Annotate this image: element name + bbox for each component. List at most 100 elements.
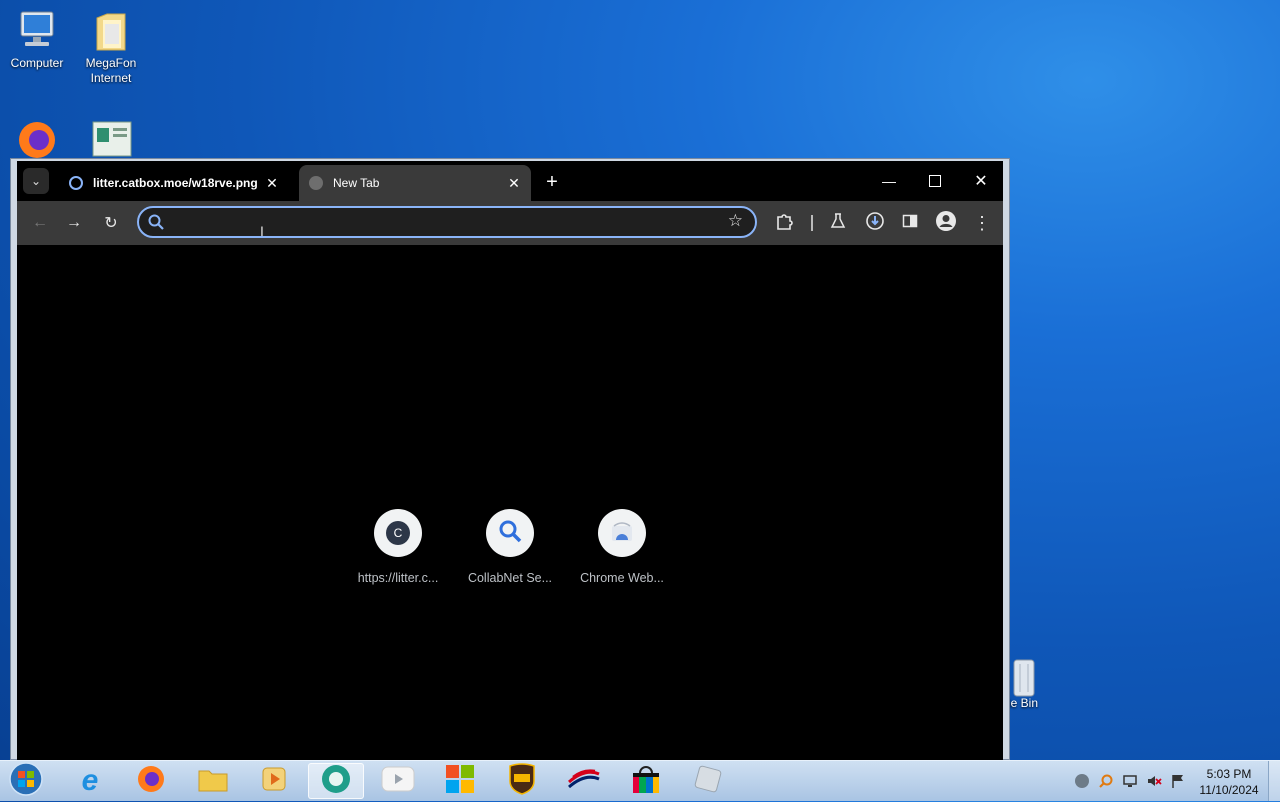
display-icon[interactable] <box>1122 773 1138 789</box>
firefox-icon <box>15 116 59 160</box>
close-window-button[interactable]: ✕ <box>959 167 1003 195</box>
bank-flag-icon <box>567 768 601 795</box>
globe-icon <box>69 176 83 190</box>
menu-button[interactable]: ⋮ <box>969 210 995 236</box>
tab-title: New Tab <box>333 176 380 190</box>
shortcut-favicon: C <box>374 509 422 557</box>
maximize-button[interactable] <box>913 167 957 195</box>
internet-explorer-icon: e <box>81 764 99 797</box>
firefox-icon <box>136 764 166 799</box>
more-vert-icon: ⋮ <box>973 212 991 233</box>
new-tab-page: I C https://litter.c... CollabNet Se... … <box>17 223 1003 761</box>
ups-logo-icon <box>508 762 536 800</box>
toolbar-divider <box>811 215 813 231</box>
show-desktop-button[interactable] <box>1268 761 1280 801</box>
taskbar-youtube[interactable] <box>370 763 426 799</box>
play-icon <box>381 766 415 797</box>
new-tab-button[interactable]: + <box>541 171 563 193</box>
shortcut-favicon <box>598 509 646 557</box>
desktop-icon-megafon[interactable]: MegaFon Internet <box>71 8 151 86</box>
microsoft-logo-icon <box>445 764 475 799</box>
computer-icon <box>15 8 59 52</box>
browser-app-icon <box>320 763 352 800</box>
maximize-icon <box>929 175 941 187</box>
desktop-icon-computer[interactable]: Computer <box>0 8 77 71</box>
side-panel-icon <box>902 213 918 234</box>
labs-button[interactable] <box>825 210 851 236</box>
taskbar-bank[interactable] <box>556 763 612 799</box>
windows-logo-icon <box>8 761 44 802</box>
action-center-flag-icon[interactable] <box>1170 773 1186 789</box>
taskbar-shopping-bag[interactable] <box>618 763 674 799</box>
tab-search-button[interactable]: ⌄ <box>23 168 49 194</box>
reload-icon: ↻ <box>104 215 118 232</box>
chrome-web-store-icon <box>610 519 634 548</box>
browser-window: ⌄ litter.catbox.moe/w18rve.png ✕ New Tab… <box>10 158 1010 761</box>
shortcut-label: Chrome Web... <box>580 571 664 585</box>
arrow-left-icon: ← <box>32 214 48 231</box>
taskbar-app[interactable] <box>680 763 736 799</box>
text-cursor-icon: I <box>260 223 264 239</box>
extensions-button[interactable] <box>771 210 797 236</box>
program-icon <box>89 116 133 160</box>
folder-icon <box>89 8 133 52</box>
forward-button[interactable]: → <box>61 210 87 236</box>
side-panel-button[interactable] <box>897 210 923 236</box>
arrow-right-icon: → <box>66 214 82 231</box>
tab-new-tab[interactable]: New Tab ✕ <box>299 165 531 201</box>
flask-icon <box>830 212 846 234</box>
minimize-button[interactable]: — <box>867 167 911 195</box>
globe-icon <box>309 176 323 190</box>
omnibox-input[interactable] <box>175 212 719 234</box>
download-progress-icon <box>865 211 885 236</box>
close-tab-icon[interactable]: ✕ <box>503 172 525 194</box>
tab-strip: ⌄ litter.catbox.moe/w18rve.png ✕ New Tab… <box>17 161 1003 201</box>
taskbar-ups[interactable] <box>494 762 550 800</box>
taskbar-microsoft-store[interactable] <box>432 763 488 799</box>
clock-time: 5:03 PM <box>1206 767 1252 781</box>
search-icon <box>497 518 523 549</box>
tab-litter[interactable]: litter.catbox.moe/w18rve.png ✕ <box>59 165 289 201</box>
omnibox[interactable]: ☆ <box>137 206 757 238</box>
shortcut-tile[interactable]: Chrome Web... <box>566 509 678 585</box>
taskbar-file-explorer[interactable] <box>185 763 241 799</box>
desktop-icon-program[interactable] <box>71 116 151 164</box>
taskbar: e 5:03 PM 11/10/2024 <box>0 760 1280 801</box>
volume-muted-icon[interactable] <box>1146 773 1162 789</box>
puzzle-icon <box>775 212 793 235</box>
recycle-bin-icon <box>1004 654 1044 700</box>
tab-title: litter.catbox.moe/w18rve.png <box>93 176 258 190</box>
clock-date: 11/10/2024 <box>1199 783 1259 797</box>
shortcut-label: CollabNet Se... <box>467 571 553 585</box>
minimize-icon: — <box>882 173 896 189</box>
start-button[interactable] <box>0 761 52 802</box>
download-button[interactable] <box>862 210 888 236</box>
desktop-icon-label: MegaFon Internet <box>85 56 137 85</box>
back-button[interactable]: ← <box>27 210 53 236</box>
taskbar-firefox[interactable] <box>123 763 179 799</box>
reload-button[interactable]: ↻ <box>98 210 124 236</box>
system-clock[interactable]: 5:03 PM 11/10/2024 <box>1192 766 1266 798</box>
shopping-bag-icon <box>630 763 662 800</box>
search-tray-icon[interactable] <box>1098 773 1114 789</box>
close-tab-icon[interactable]: ✕ <box>261 172 283 194</box>
taskbar-media-player[interactable] <box>246 763 302 799</box>
desktop-icon-label: Computer <box>10 56 64 70</box>
shortcut-favicon <box>486 509 534 557</box>
search-icon <box>147 213 165 236</box>
folder-icon <box>197 765 229 798</box>
desktop-icon-firefox[interactable] <box>0 116 77 164</box>
avatar-icon <box>935 210 957 237</box>
close-icon: ✕ <box>974 173 988 190</box>
browser-toolbar: ← → ↻ ☆ ⋮ <box>17 201 1003 245</box>
shortcut-tile[interactable]: C https://litter.c... <box>342 509 454 585</box>
taskbar-chrome-active[interactable] <box>308 763 364 799</box>
network-icon[interactable] <box>1074 773 1090 789</box>
profile-button[interactable] <box>933 210 959 236</box>
taskbar-internet-explorer[interactable]: e <box>62 763 118 799</box>
bookmark-star-icon[interactable]: ☆ <box>728 211 743 231</box>
letter-favicon: C <box>386 521 410 545</box>
shortcut-tile[interactable]: CollabNet Se... <box>454 509 566 585</box>
media-player-icon <box>260 765 288 798</box>
chevron-down-icon: ⌄ <box>30 174 42 188</box>
